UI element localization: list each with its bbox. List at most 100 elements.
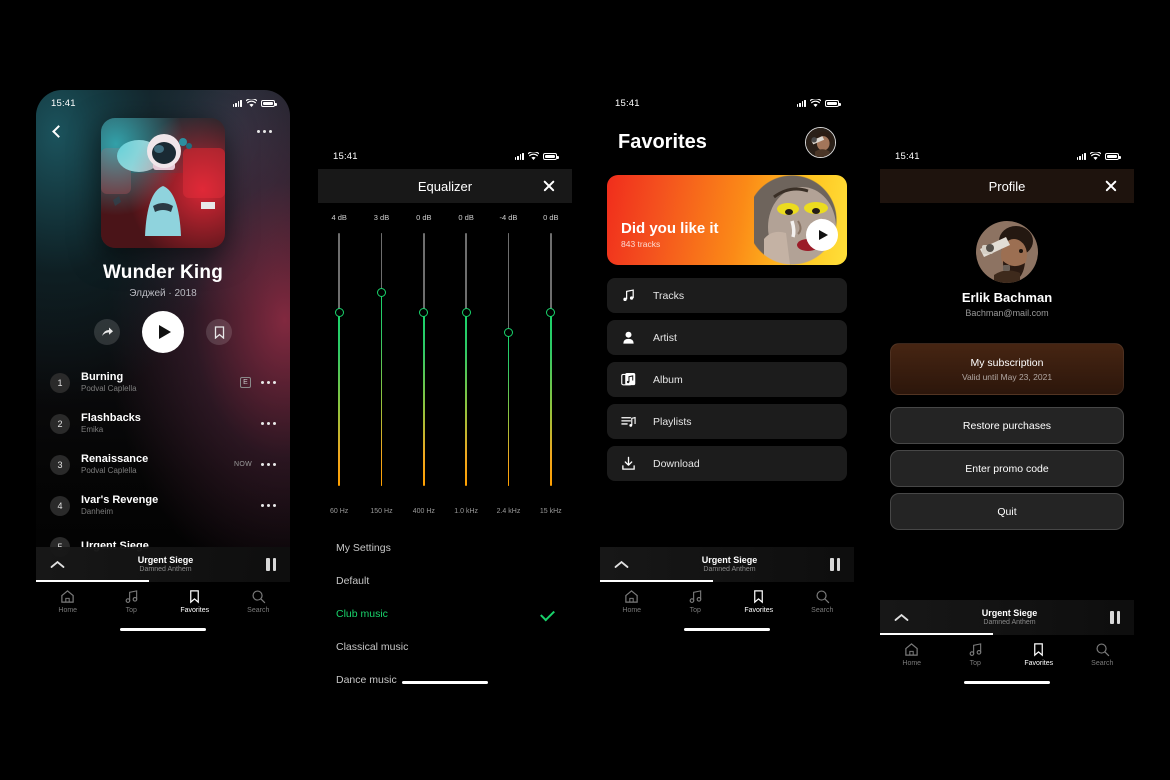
menu-item-tracks[interactable]: Tracks [607,278,847,313]
playback-progress-bar[interactable] [36,580,149,582]
nav-item-top[interactable]: Top [944,642,1008,667]
track-name: Renaissance [81,452,149,465]
quit-button[interactable]: Quit [890,493,1124,530]
track-name: Burning [81,370,124,383]
table-row[interactable]: 2 Flashbacks Emika [50,403,276,444]
eq-band-2-4khz[interactable]: -4 dB 2.4 kHz [487,213,529,515]
page-title: Profile [988,178,1026,194]
person-icon [623,331,634,344]
enter-promo-code-button[interactable]: Enter promo code [890,450,1124,487]
track-more-icon[interactable] [261,463,276,466]
play-icon [818,230,828,240]
subscription-card[interactable]: My subscription Valid until May 23, 2021 [890,343,1124,395]
list-item[interactable]: Default [336,564,554,597]
nav-item-home[interactable]: Home [880,642,944,667]
banner-play-button[interactable] [806,219,838,251]
menu-item-artist[interactable]: Artist [607,320,847,355]
track-number: 1 [50,372,70,393]
mini-player-title: Urgent Siege [701,555,758,566]
eq-band-150hz[interactable]: 3 dB 150 Hz [360,213,402,515]
list-item[interactable]: Dance music [336,663,554,691]
nav-item-favorites[interactable]: Favorites [727,589,791,614]
menu-item-label: Download [653,457,700,470]
mini-player[interactable]: Urgent Siege Damned Anthem [36,547,290,582]
music-note-icon [689,590,702,603]
play-button[interactable] [142,311,184,353]
featured-playlist-banner[interactable]: Did you like it 843 tracks [607,175,847,265]
album-artwork[interactable] [101,118,225,248]
status-time: 15:41 [615,97,640,109]
list-item[interactable]: My Settings [336,531,554,564]
battery-icon [1105,152,1121,160]
eq-band-400hz[interactable]: 0 dB 400 Hz [403,213,445,515]
banner-image [754,175,847,265]
playback-progress-bar[interactable] [600,580,713,582]
nav-item-top[interactable]: Top [100,589,164,614]
nav-item-search[interactable]: Search [227,589,291,614]
track-more-icon[interactable] [261,381,276,384]
close-icon[interactable] [542,179,556,193]
menu-item-download[interactable]: Download [607,446,847,481]
eq-db-label: 4 dB [331,213,347,222]
album-icon [621,372,636,386]
chevron-up-icon[interactable] [614,560,629,569]
table-row[interactable]: 4 Ivar's Revenge Danheim [50,485,276,526]
restore-purchases-button[interactable]: Restore purchases [890,407,1124,444]
eq-band-1khz[interactable]: 0 dB 1.0 kHz [445,213,487,515]
eq-knob[interactable] [461,308,471,317]
eq-fill [422,312,425,486]
menu-item-playlists[interactable]: Playlists [607,404,847,439]
play-icon [158,325,171,339]
track-info: Flashbacks Emika [81,412,261,436]
eq-knob[interactable] [419,308,429,317]
nav-item-favorites[interactable]: Favorites [163,589,227,614]
nav-item-favorites[interactable]: Favorites [1007,642,1071,667]
eq-knob[interactable] [334,308,344,317]
eq-knob[interactable] [546,308,556,317]
eq-band-15khz[interactable]: 0 dB 15 kHz [530,213,572,515]
avatar[interactable] [805,126,836,158]
eq-hz-label: 1.0 kHz [454,508,478,515]
phone-favorites-screen: 15:41 Favorites Did you like it 843 trac… [600,90,854,638]
list-item-selected[interactable]: Club music [336,597,555,630]
profile-actions: My subscription Valid until May 23, 2021… [890,343,1124,536]
track-info: Ivar's Revenge Danheim [81,494,261,518]
nav-item-top[interactable]: Top [664,589,728,614]
nav-item-search[interactable]: Search [1071,642,1135,667]
nav-item-search[interactable]: Search [791,589,855,614]
eq-hz-label: 60 Hz [330,508,349,515]
chevron-up-icon[interactable] [894,613,909,622]
pause-icon[interactable] [266,558,276,571]
share-button[interactable] [94,319,120,345]
nav-item-home[interactable]: Home [600,589,664,614]
profile-screen-content: 15:41 Profile Erlik Bachman Bachman@mail… [880,143,1134,691]
table-row[interactable]: 3 Renaissance Podval Caplella NOW [50,444,276,485]
eq-band-60hz[interactable]: 4 dB 60 Hz [318,213,360,515]
mini-player[interactable]: Urgent Siege Damned Anthem [600,547,854,582]
eq-knob[interactable] [376,288,386,297]
avatar[interactable] [976,221,1038,283]
more-horizontal-icon[interactable] [257,129,272,133]
eq-hz-label: 400 Hz [412,508,435,515]
preset-label: Default [336,574,370,587]
page-title: Wunder King [102,262,224,283]
nav-item-home[interactable]: Home [36,589,100,614]
eq-knob[interactable] [503,328,513,337]
track-more-icon[interactable] [261,422,276,425]
playback-progress-bar[interactable] [880,633,993,635]
track-number: 3 [50,454,70,475]
track-artist: Podval Caplella [81,466,137,476]
mini-player[interactable]: Urgent Siege Damned Anthem [880,600,1134,635]
chevron-up-icon[interactable] [50,560,65,569]
table-row[interactable]: 1 Burning Podval Caplella E [50,362,276,403]
pause-icon[interactable] [830,558,840,571]
list-item[interactable]: Classical music [336,630,554,663]
track-more-icon[interactable] [261,504,276,507]
close-icon[interactable] [1104,179,1118,193]
nav-label: Home [902,660,922,667]
pause-icon[interactable] [1110,611,1120,624]
chevron-left-icon[interactable] [52,124,65,138]
bookmark-button[interactable] [206,319,232,345]
menu-item-album[interactable]: Album [607,362,847,397]
menu-item-label: Artist [653,331,677,344]
